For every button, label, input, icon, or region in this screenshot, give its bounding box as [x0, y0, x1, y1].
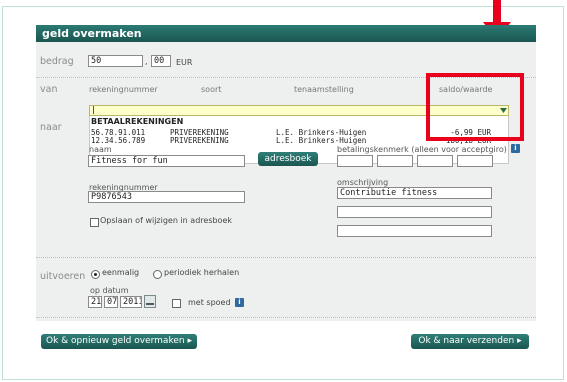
ok-opnieuw-button[interactable]: Ok & opnieuw geld overmaken ▸	[41, 334, 197, 349]
separator	[36, 257, 536, 258]
spoed-checkbox[interactable]	[172, 299, 181, 308]
kenmerk-input-3[interactable]	[417, 155, 453, 167]
naam-label: naam	[89, 145, 112, 154]
spoed-info-icon[interactable]: i	[235, 298, 244, 307]
periodiek-label: periodiek herhalen	[164, 268, 240, 277]
ok-opnieuw-label: Ok & opnieuw geld overmaken	[46, 336, 185, 346]
spoed-label: met spoed	[188, 298, 231, 307]
account-option-2-type[interactable]: PRIVEREKENING	[170, 136, 229, 145]
adresboek-button[interactable]: adresboek	[258, 152, 318, 166]
eenmalig-label: eenmalig	[102, 268, 140, 277]
chevron-right-icon: ▸	[517, 336, 522, 346]
form-title: geld overmaken	[36, 25, 536, 42]
omschrijving-input-1[interactable]: Contributie fitness	[337, 187, 492, 199]
account-group-title: BETAALREKENINGEN	[91, 117, 184, 126]
bedrag-label: bedrag	[40, 56, 74, 67]
amount-cents-input[interactable]: 00	[151, 55, 171, 67]
account-option-2-holder[interactable]: L.E. Brinkers-Huigen	[276, 136, 366, 145]
separator	[36, 317, 536, 318]
year-input[interactable]: 2011	[120, 296, 142, 308]
amount-whole-input[interactable]: 50	[88, 55, 143, 67]
column-tenaamstelling: tenaamstelling	[294, 85, 354, 94]
uitvoeren-label: uitvoeren	[40, 271, 86, 282]
kenmerk-input-2[interactable]	[377, 155, 413, 167]
periodiek-radio[interactable]	[153, 270, 162, 279]
highlight-box	[426, 73, 524, 141]
account-option-2-number[interactable]: 12.34.56.789	[91, 136, 145, 145]
omschrijving-input-2[interactable]	[337, 206, 492, 218]
ok-verzenden-label: Ok & naar verzenden	[418, 336, 515, 346]
calendar-icon[interactable]	[144, 295, 156, 308]
column-rekeningnummer: rekeningnummer	[89, 85, 158, 94]
kenmerk-input-4[interactable]	[457, 155, 493, 167]
naam-input[interactable]: Fitness for fun	[88, 155, 245, 167]
kenmerk-input-1[interactable]	[337, 155, 373, 167]
chevron-right-icon: ▸	[187, 336, 192, 346]
datum-label: op datum	[90, 286, 129, 295]
amount-separator: ,	[145, 57, 148, 66]
month-input[interactable]: 07	[104, 296, 118, 308]
omschrijving-label: omschrijving	[337, 178, 389, 187]
van-label: van	[40, 84, 58, 95]
eenmalig-radio[interactable]	[91, 270, 100, 279]
account-select-value: |	[92, 105, 95, 114]
rekeningnummer-input[interactable]: P9876543	[88, 191, 245, 203]
omschrijving-input-3[interactable]	[337, 225, 492, 237]
day-input[interactable]: 21	[88, 296, 102, 308]
save-adresboek-label: Opslaan of wijzigen in adresboek	[100, 216, 233, 225]
kenmerk-label: betalingskenmerk (alleen voor acceptgiro…	[337, 145, 507, 154]
ok-verzenden-button[interactable]: Ok & naar verzenden ▸	[411, 334, 529, 349]
save-adresboek-checkbox[interactable]	[90, 218, 99, 227]
naar-label: naar	[40, 122, 62, 133]
kenmerk-info-icon[interactable]: i	[511, 144, 520, 153]
transfer-form: geld overmaken bedrag 50 , 00 EUR van re…	[36, 25, 536, 321]
amount-currency: EUR	[176, 58, 193, 67]
column-soort: soort	[201, 85, 222, 94]
